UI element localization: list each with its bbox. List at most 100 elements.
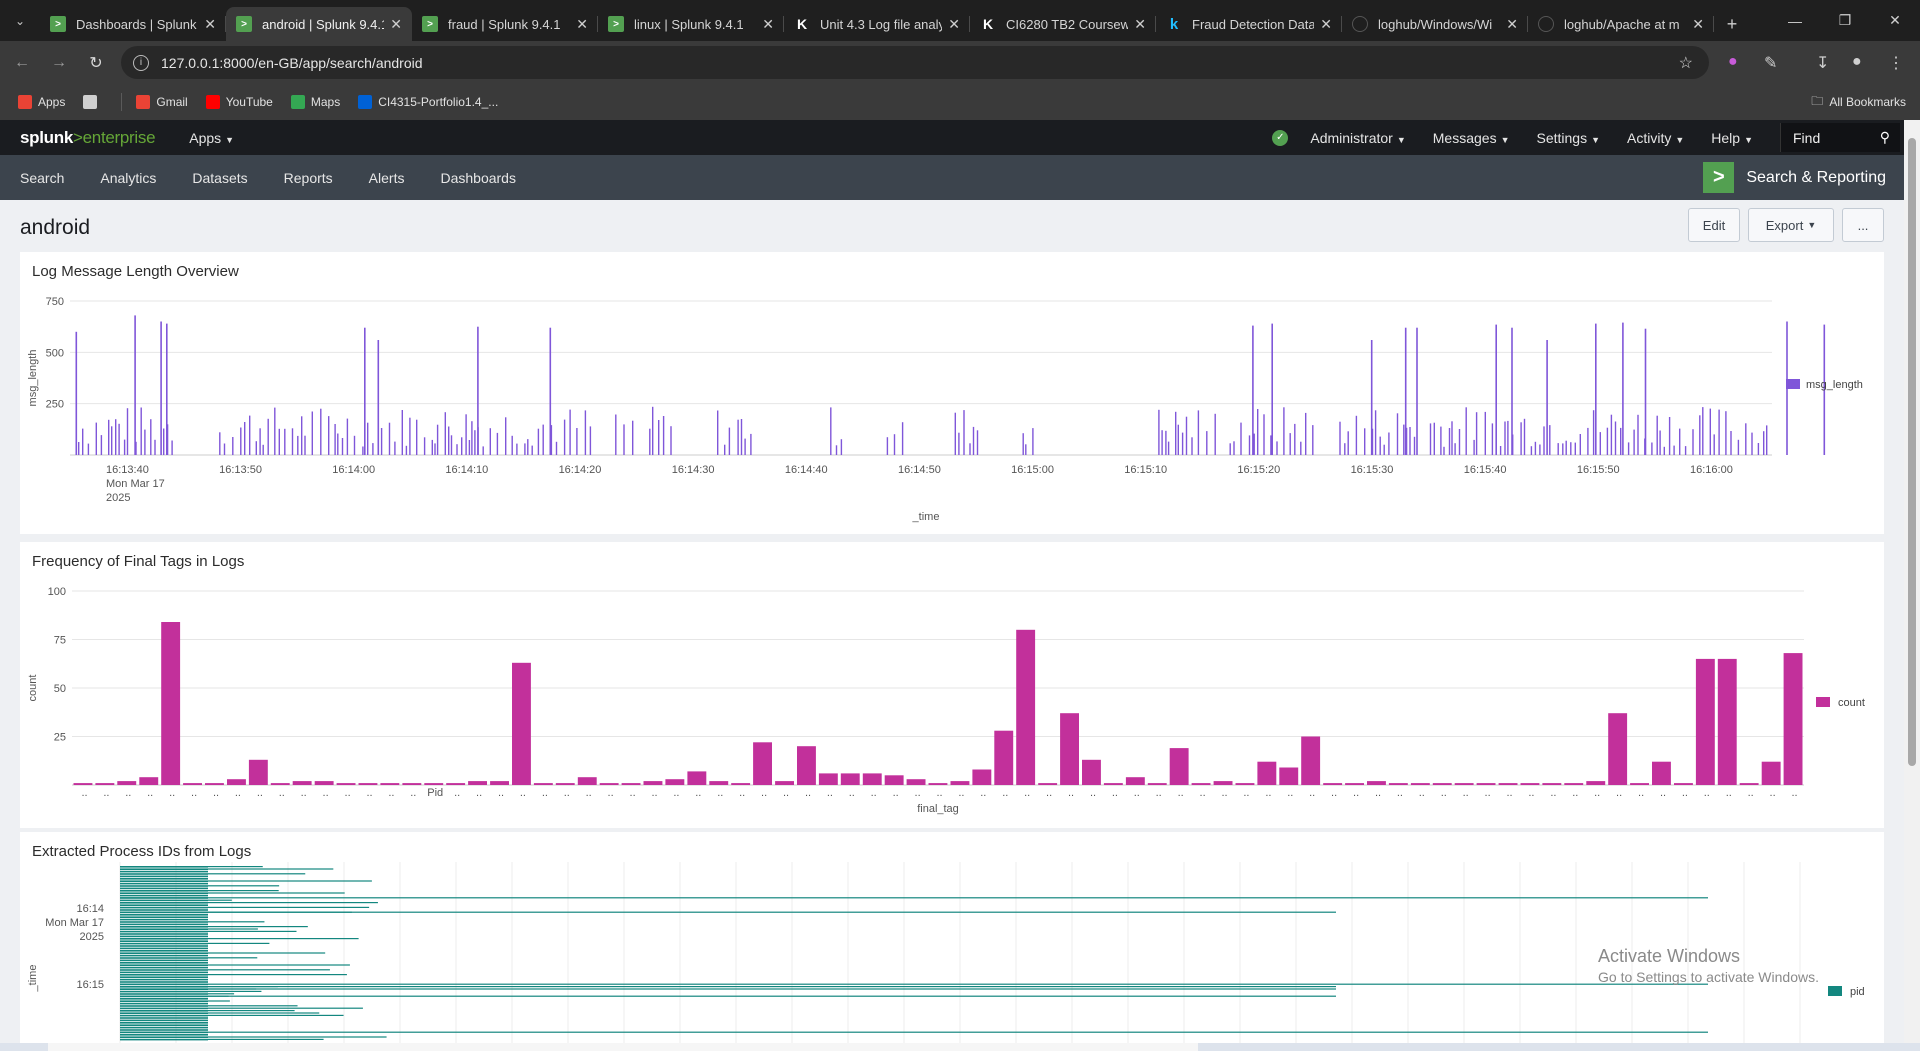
bookmark-gmail[interactable]: Gmail (136, 95, 188, 109)
nav-reports[interactable]: Reports (284, 170, 333, 186)
close-tab-icon[interactable]: ✕ (948, 16, 960, 33)
msg-length-bar (527, 439, 529, 455)
menu-activity[interactable]: Activity ▼ (1627, 130, 1684, 146)
browser-tab[interactable]: K Unit 4.3 Log file analy ✕ (784, 7, 970, 41)
nav-dashboards[interactable]: Dashboards (440, 170, 516, 186)
menu-messages[interactable]: Messages ▼ (1433, 130, 1510, 146)
apps-menu[interactable]: Apps ▼ (189, 130, 234, 146)
browser-tab[interactable]: k Fraud Detection Data ✕ (1156, 7, 1342, 41)
back-icon[interactable]: ← (7, 54, 37, 72)
bookmark-apps-grid[interactable]: Apps (18, 95, 65, 109)
site-info-icon[interactable]: i (133, 54, 149, 71)
profile-avatar[interactable]: ● (1852, 53, 1862, 71)
pid-bar (120, 1017, 208, 1019)
msg-length-bar (750, 433, 752, 455)
count-bar (1082, 759, 1101, 785)
x-tick-label: Pid (427, 787, 443, 799)
pid-bar (120, 926, 208, 928)
minimize-icon[interactable]: — (1770, 0, 1820, 41)
msg-length-bar (524, 443, 526, 455)
msg-length-bar (954, 412, 956, 455)
pid-bar (120, 1010, 208, 1012)
bookmark-youtube[interactable]: YouTube (205, 95, 273, 109)
x-tick-label: .. (147, 787, 153, 799)
close-tab-icon[interactable]: ✕ (1320, 16, 1332, 33)
count-bar (972, 769, 992, 785)
nav-datasets[interactable]: Datasets (192, 170, 247, 186)
msg-length-bar (461, 437, 463, 455)
download-icon[interactable]: ↧ (1816, 53, 1829, 73)
x-tick-label: .. (1463, 787, 1469, 799)
x-tick-year: 2025 (106, 492, 130, 504)
count-bar (336, 783, 356, 785)
scrollbar-thumb[interactable] (1908, 138, 1916, 766)
browser-tab[interactable]: > linux | Splunk 9.4.1 ✕ (598, 7, 784, 41)
bookmark-maps[interactable]: Maps (290, 95, 340, 109)
x-axis-label: final_tag (917, 803, 959, 815)
pid-bar (120, 1019, 208, 1022)
msg-length-bar (1181, 432, 1184, 455)
close-tab-icon[interactable]: ✕ (1134, 16, 1146, 33)
pid-bar (120, 962, 208, 964)
find-input[interactable]: Find ⚲ (1780, 123, 1900, 152)
health-status-icon[interactable]: ✓ (1272, 129, 1289, 146)
new-tab-button[interactable]: + (1714, 7, 1750, 41)
msg-length-bar (1440, 426, 1442, 455)
nav-analytics[interactable]: Analytics (100, 170, 156, 186)
close-tab-icon[interactable]: ✕ (1506, 16, 1518, 33)
search-icon[interactable]: ⚲ (1880, 129, 1890, 146)
count-bar (1301, 736, 1321, 785)
nav-search[interactable]: Search (20, 170, 64, 186)
menu-help[interactable]: Help ▼ (1711, 130, 1753, 146)
pid-bar (208, 928, 258, 930)
browser-tab[interactable]: > Dashboards | Splunk ✕ (40, 7, 226, 41)
restore-icon[interactable]: ❐ (1820, 0, 1870, 41)
close-tab-icon[interactable]: ✕ (762, 16, 774, 33)
more-actions-button[interactable]: ... (1842, 208, 1884, 242)
count-bar (862, 773, 882, 785)
msg-length-bar (1339, 421, 1341, 455)
menu-settings[interactable]: Settings ▼ (1537, 130, 1601, 146)
splunk-logo[interactable]: splunk>enterprise (20, 128, 156, 148)
extensions-puzzle-icon[interactable]: ✎ (1764, 53, 1777, 73)
pid-bar (120, 957, 208, 959)
close-tab-icon[interactable]: ✕ (390, 16, 402, 33)
close-window-icon[interactable]: ✕ (1870, 0, 1920, 41)
msg-length-bar (1557, 443, 1559, 455)
browser-tab[interactable]: loghub/Apache at m ✕ (1528, 7, 1714, 41)
edit-button[interactable]: Edit (1688, 208, 1740, 242)
browser-tab[interactable]: K CI6280 TB2 Coursew ✕ (970, 7, 1156, 41)
close-tab-icon[interactable]: ✕ (1692, 16, 1704, 33)
pid-bar (120, 873, 208, 875)
msg-length-bar (615, 414, 617, 455)
bookmark-star-icon[interactable]: ☆ (1679, 53, 1693, 73)
omnibox[interactable]: i 127.0.0.1:8000/en-GB/app/search/androi… (121, 46, 1709, 79)
browser-tab[interactable]: > fraud | Splunk 9.4.1 ✕ (412, 7, 598, 41)
menu-kebab-icon[interactable]: ⋮ (1888, 53, 1904, 73)
count-bar (1388, 783, 1408, 785)
close-tab-icon[interactable]: ✕ (576, 16, 588, 33)
msg-length-bar (516, 443, 518, 455)
page-scrollbar[interactable] (1904, 120, 1920, 1051)
bookmark-box[interactable]: CI4315-Portfolio1.4_... (358, 95, 498, 109)
nav-alerts[interactable]: Alerts (369, 170, 405, 186)
count-bar (731, 783, 751, 785)
x-tick-label: 16:14:30 (672, 464, 715, 476)
msg-length-bar (1355, 415, 1358, 455)
browser-tab[interactable]: > android | Splunk 9.4.1 ✕ (226, 7, 412, 41)
extension-icon[interactable]: ● (1728, 53, 1738, 71)
menu-administrator[interactable]: Administrator ▼ (1310, 130, 1405, 146)
msg-length-bar (835, 445, 838, 455)
close-tab-icon[interactable]: ✕ (204, 16, 216, 33)
splunk-header: splunk>enterprise Apps ▼ ✓ Administrator ▼… (0, 120, 1904, 155)
bookmark-grid[interactable] (83, 95, 103, 109)
msg-length-bar (1022, 433, 1024, 455)
browser-tab[interactable]: loghub/Windows/Wi ✕ (1342, 7, 1528, 41)
y-axis-label: count (27, 675, 39, 702)
x-tick-label: .. (1309, 787, 1315, 799)
tab-search-dropdown[interactable]: ⌄ (0, 0, 40, 41)
reload-icon[interactable]: ↻ (81, 53, 111, 73)
all-bookmarks[interactable]: 🗀 All Bookmarks (1811, 92, 1906, 113)
export-button[interactable]: Export ▼ (1748, 208, 1834, 242)
forward-icon[interactable]: → (44, 54, 74, 72)
